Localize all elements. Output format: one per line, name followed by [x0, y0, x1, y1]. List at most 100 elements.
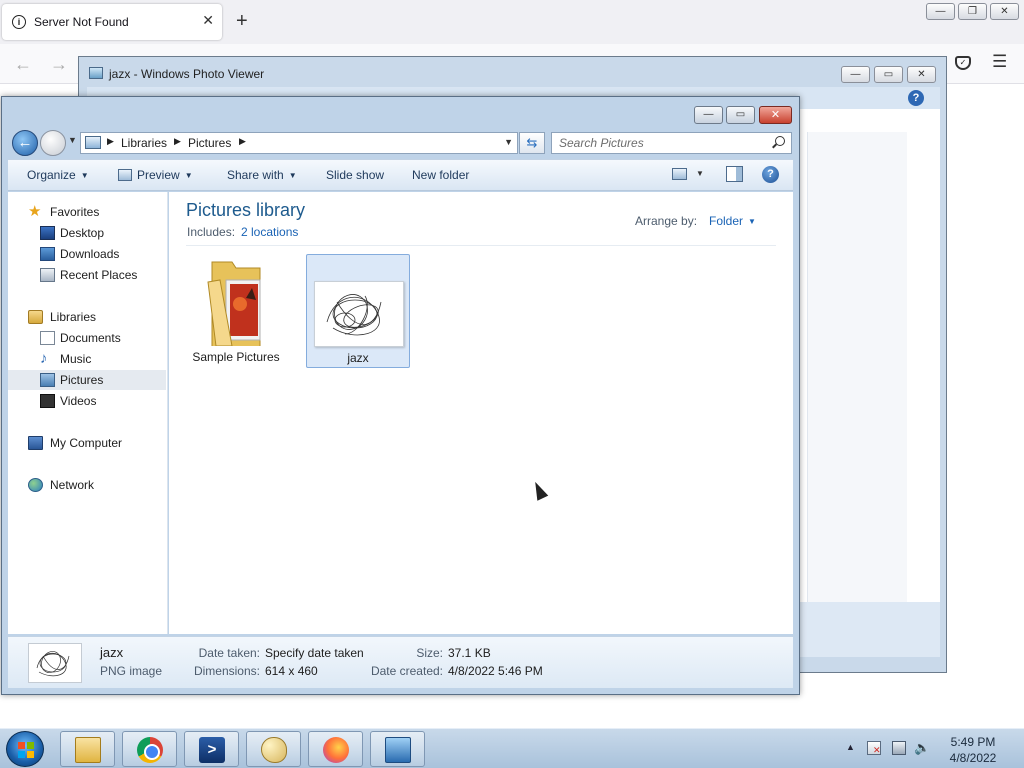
taskbar-firefox-button[interactable]: [308, 731, 363, 767]
taskbar-photo-viewer-button[interactable]: [370, 731, 425, 767]
explorer-titlebar[interactable]: — ▭ ✕: [2, 97, 799, 127]
explorer-close-button[interactable]: ✕: [759, 106, 792, 124]
file-item-jazx[interactable]: jazx: [306, 254, 410, 368]
nav-item-pictures[interactable]: Pictures: [8, 370, 166, 390]
explorer-icon: [75, 737, 101, 763]
recent-pages-chevron-icon[interactable]: ▼: [68, 135, 77, 145]
computer-icon: [28, 436, 43, 450]
taskbar-paint-button[interactable]: [246, 731, 301, 767]
action-center-flag-icon[interactable]: [867, 741, 881, 756]
forward-arrow-icon[interactable]: →: [50, 54, 68, 75]
show-hidden-icons-chevron-icon[interactable]: ▲: [846, 742, 855, 752]
taskbar-chrome-button[interactable]: [122, 731, 177, 767]
volume-icon[interactable]: 🔈: [914, 741, 930, 755]
arrange-by-label: Arrange by:: [635, 214, 698, 228]
nav-item-label: Desktop: [60, 226, 105, 240]
search-icon[interactable]: [775, 136, 785, 146]
share-with-label: Share with: [227, 168, 284, 182]
photo-viewer-minimize-button[interactable]: —: [841, 66, 870, 83]
preview-button[interactable]: Preview ▼: [118, 168, 193, 182]
taskbar-explorer-button[interactable]: [60, 731, 115, 767]
file-item-sample-pictures[interactable]: Sample Pictures: [184, 254, 288, 368]
breadcrumb-libraries[interactable]: Libraries: [121, 136, 167, 150]
nav-item-recent-places[interactable]: Recent Places: [8, 265, 166, 285]
explorer-maximize-button[interactable]: ▭: [726, 106, 755, 124]
scribble-thumbnail-image: [326, 294, 382, 336]
details-date-created-label: Date created:: [370, 664, 443, 678]
arrange-by-dropdown[interactable]: Folder ▼: [709, 214, 756, 228]
details-file-name: jazx: [100, 645, 124, 660]
search-box[interactable]: [551, 132, 792, 154]
details-dimensions-label: Dimensions:: [193, 664, 260, 678]
nav-item-favorites[interactable]: ★ Favorites: [8, 202, 166, 222]
nav-item-documents[interactable]: Documents: [8, 328, 166, 348]
back-arrow-icon[interactable]: ←: [14, 54, 32, 75]
address-bar[interactable]: ▶ Libraries ▶ Pictures ▶ ▼: [80, 132, 518, 154]
chevron-down-icon: ▼: [184, 171, 193, 180]
details-size-label: Size:: [416, 646, 443, 660]
command-bar: Organize ▼ Preview ▼ Share with ▼ Slide sho…: [8, 159, 793, 191]
address-dropdown-icon[interactable]: ▼: [504, 137, 513, 147]
page-title: Pictures library: [186, 200, 306, 220]
network-tray-icon[interactable]: [892, 741, 906, 755]
details-date-taken-value[interactable]: Specify date taken: [265, 646, 364, 660]
nav-item-libraries[interactable]: Libraries: [8, 307, 166, 327]
browser-tab-title: Server Not Found: [34, 15, 129, 29]
network-icon: [28, 478, 43, 492]
photo-viewer-icon: [385, 737, 411, 763]
details-date-taken-label: Date taken:: [198, 646, 260, 660]
nav-item-music[interactable]: ♪ Music: [8, 349, 166, 369]
nav-item-videos[interactable]: Videos: [8, 391, 166, 411]
chevron-down-icon: ▼: [288, 171, 297, 180]
help-icon[interactable]: ?: [762, 166, 779, 183]
nav-item-downloads[interactable]: Downloads: [8, 244, 166, 264]
breadcrumb-separator-icon[interactable]: ▶: [174, 136, 181, 147]
organize-button[interactable]: Organize ▼: [27, 168, 89, 182]
music-icon: ♪: [40, 350, 48, 367]
locations-link[interactable]: 2 locations: [241, 225, 298, 239]
clock-date[interactable]: 4/8/2022: [940, 751, 1006, 765]
slide-show-button[interactable]: Slide show: [326, 168, 384, 182]
view-options-chevron-icon[interactable]: ▼: [696, 169, 704, 178]
pocket-icon[interactable]: ✓: [955, 56, 971, 70]
share-with-button[interactable]: Share with ▼: [227, 168, 297, 182]
documents-icon: [40, 331, 55, 345]
search-input[interactable]: [552, 133, 762, 153]
breadcrumb-pictures[interactable]: Pictures: [188, 136, 231, 150]
paint-icon: [261, 737, 287, 763]
nav-item-label: Libraries: [50, 310, 97, 324]
browser-tab[interactable]: i Server Not Found ✕: [2, 4, 222, 40]
explorer-minimize-button[interactable]: —: [694, 106, 723, 124]
nav-item-my-computer[interactable]: My Computer: [8, 433, 166, 453]
hamburger-menu-icon[interactable]: ☰: [992, 52, 1007, 72]
close-tab-icon[interactable]: ✕: [202, 12, 214, 29]
nav-item-label: Documents: [60, 331, 121, 345]
photo-viewer-close-button[interactable]: ✕: [907, 66, 936, 83]
chevron-down-icon: ▼: [748, 217, 756, 226]
browser-restore-button[interactable]: ❐: [958, 3, 987, 20]
library-icon: [85, 136, 101, 149]
new-tab-button[interactable]: +: [236, 10, 248, 33]
taskbar-powershell-button[interactable]: >: [184, 731, 239, 767]
browser-close-button[interactable]: ✕: [990, 3, 1019, 20]
organize-label: Organize: [27, 168, 76, 182]
breadcrumb-separator-icon[interactable]: ▶: [107, 136, 114, 147]
forward-button[interactable]: [40, 130, 66, 156]
clock-time[interactable]: 5:49 PM: [940, 735, 1006, 749]
refresh-button[interactable]: ⇆: [519, 132, 545, 154]
new-folder-button[interactable]: New folder: [412, 168, 469, 182]
details-dimensions-value: 614 x 460: [265, 664, 318, 678]
nav-item-network[interactable]: Network: [8, 475, 166, 495]
file-item-label: Sample Pictures: [192, 350, 280, 364]
browser-minimize-button[interactable]: —: [926, 3, 955, 20]
preview-pane-icon[interactable]: [726, 166, 743, 182]
photo-viewer-titlebar[interactable]: jazx - Windows Photo Viewer — ▭ ✕: [79, 57, 946, 91]
help-icon[interactable]: ?: [908, 90, 924, 106]
desktop-icon: [40, 226, 55, 240]
start-button[interactable]: [6, 731, 44, 767]
change-view-icon[interactable]: [672, 168, 687, 180]
back-button[interactable]: ←: [12, 130, 38, 156]
nav-item-desktop[interactable]: Desktop: [8, 223, 166, 243]
breadcrumb-separator-icon[interactable]: ▶: [239, 136, 246, 147]
photo-viewer-maximize-button[interactable]: ▭: [874, 66, 903, 83]
